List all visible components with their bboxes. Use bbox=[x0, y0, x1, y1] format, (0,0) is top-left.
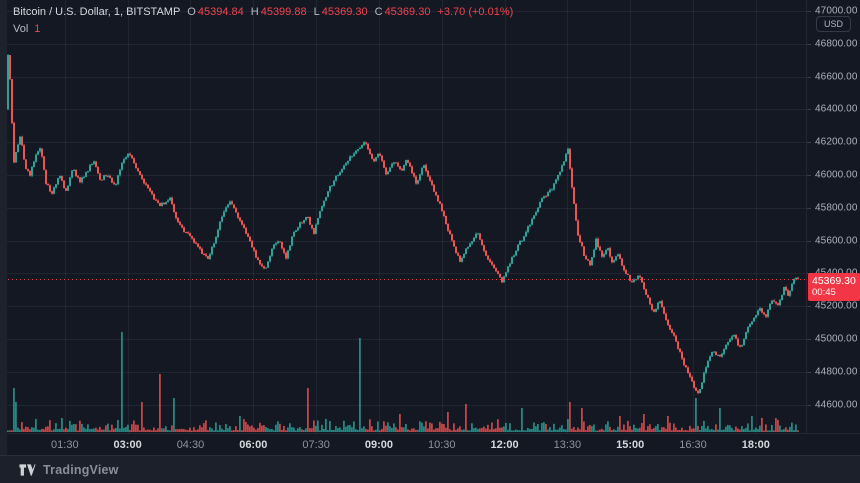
price-tick-mark bbox=[807, 208, 811, 209]
legend-symbol-row[interactable]: Bitcoin / U.S. Dollar, 1, BITSTAMP O4539… bbox=[13, 5, 513, 19]
ohlc-readout: O45394.84 H45399.88 L45369.30 C45369.30 … bbox=[187, 5, 513, 19]
close-label: C bbox=[375, 5, 383, 19]
bar-countdown: 00:45 bbox=[812, 287, 860, 298]
price-tick-label: 45200.00 bbox=[815, 301, 858, 312]
low-value: 45369.30 bbox=[322, 5, 368, 19]
time-tick-label: 18:00 bbox=[742, 439, 770, 451]
price-tick-label: 45800.00 bbox=[815, 202, 858, 213]
price-tick-mark bbox=[807, 175, 811, 176]
time-tick-label: 15:00 bbox=[616, 439, 644, 451]
legend-volume-row[interactable]: Vol 1 bbox=[13, 22, 513, 36]
time-axis[interactable]: 01:30 03:00 04:30 06:00 07:30 09:00 10:30 12:00… bbox=[0, 433, 860, 455]
currency-toggle[interactable]: USD bbox=[816, 16, 851, 32]
time-tick-label: 09:00 bbox=[365, 439, 393, 451]
time-tick-label: 03:00 bbox=[114, 439, 142, 451]
price-tick-mark bbox=[807, 142, 811, 143]
chart-legend: Bitcoin / U.S. Dollar, 1, BITSTAMP O4539… bbox=[13, 5, 513, 36]
time-tick-label: 10:30 bbox=[428, 439, 456, 451]
time-tick-label: 13:30 bbox=[554, 439, 582, 451]
low-label: L bbox=[314, 5, 320, 19]
price-axis[interactable]: 47000.00 46800.00 46600.00 46400.00 46200.00… bbox=[806, 0, 860, 433]
brand-name: TradingView bbox=[43, 463, 119, 477]
price-tick-label: 46800.00 bbox=[815, 38, 858, 49]
time-tick-label: 01:30 bbox=[51, 439, 79, 451]
price-tick-label: 46000.00 bbox=[815, 170, 858, 181]
tradingview-logo[interactable]: TradingView bbox=[19, 463, 119, 477]
price-tick-label: 45600.00 bbox=[815, 235, 858, 246]
price-tick-mark bbox=[807, 44, 811, 45]
time-tick-label: 16:30 bbox=[679, 439, 707, 451]
footer-bar: TradingView bbox=[0, 455, 860, 483]
time-tick-label: 07:30 bbox=[302, 439, 330, 451]
high-value: 45399.88 bbox=[261, 5, 307, 19]
volume-label: Vol bbox=[13, 22, 28, 36]
volume-value: 1 bbox=[34, 22, 40, 36]
pane-left-edge bbox=[0, 0, 7, 455]
close-value: 45369.30 bbox=[385, 5, 431, 19]
symbol-title[interactable]: Bitcoin / U.S. Dollar, 1, BITSTAMP bbox=[13, 5, 180, 19]
tradingview-chart-window: Bitcoin / U.S. Dollar, 1, BITSTAMP O4539… bbox=[0, 0, 860, 483]
price-tick-mark bbox=[807, 241, 811, 242]
price-tick-label: 47000.00 bbox=[815, 6, 858, 17]
high-label: H bbox=[251, 5, 259, 19]
time-tick-label: 12:00 bbox=[490, 439, 518, 451]
change-value: +3.70 (+0.01%) bbox=[437, 5, 513, 19]
price-tick-mark bbox=[807, 77, 811, 78]
price-tick-label: 46200.00 bbox=[815, 137, 858, 148]
candlestick-chart-canvas[interactable] bbox=[0, 0, 806, 433]
tradingview-logo-icon bbox=[19, 463, 36, 477]
price-tick-mark bbox=[807, 306, 811, 307]
price-tick-mark bbox=[807, 405, 811, 406]
open-value: 45394.84 bbox=[198, 5, 244, 19]
last-price-badge: 45369.30 00:45 bbox=[808, 273, 860, 301]
time-tick-label: 04:30 bbox=[177, 439, 205, 451]
price-tick-mark bbox=[807, 372, 811, 373]
price-tick-label: 46600.00 bbox=[815, 71, 858, 82]
open-label: O bbox=[187, 5, 196, 19]
price-tick-label: 45000.00 bbox=[815, 334, 858, 345]
price-tick-mark bbox=[807, 11, 811, 12]
price-tick-mark bbox=[807, 109, 811, 110]
last-price-value: 45369.30 bbox=[812, 275, 860, 287]
price-tick-label: 46400.00 bbox=[815, 104, 858, 115]
price-tick-label: 44800.00 bbox=[815, 366, 858, 377]
time-tick-label: 06:00 bbox=[239, 439, 267, 451]
price-tick-mark bbox=[807, 339, 811, 340]
price-tick-label: 44600.00 bbox=[815, 399, 858, 410]
